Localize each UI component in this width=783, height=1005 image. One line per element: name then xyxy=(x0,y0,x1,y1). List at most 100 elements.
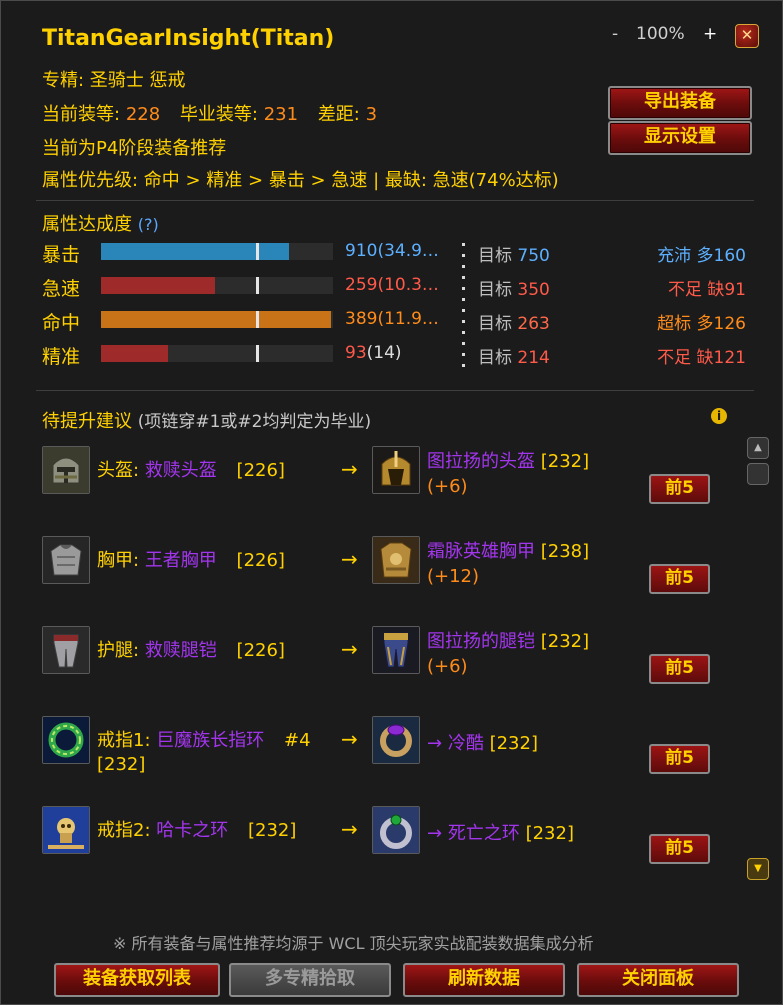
stat-value: 910(34.9… xyxy=(345,241,439,261)
dot-separator xyxy=(462,331,465,334)
stat-target-marker xyxy=(256,311,260,328)
legs-armor-icon[interactable] xyxy=(42,626,90,674)
close-icon[interactable]: ✕ xyxy=(735,24,759,48)
dot-separator xyxy=(462,243,465,246)
stat-progress-fill xyxy=(101,277,215,294)
current-item-ilvl: [232] xyxy=(97,754,146,775)
top5-button[interactable]: 前5 xyxy=(649,564,710,594)
ring-green-gem-icon[interactable] xyxy=(372,806,420,854)
scroll-thumb[interactable] xyxy=(747,463,769,485)
ilvl-line: 当前装等: 228 毕业装等: 231 差距: 3 xyxy=(42,100,377,126)
stat-progress-fill xyxy=(101,243,289,260)
ilvl-gain: (+6) xyxy=(427,656,468,677)
gap-label: 差距: xyxy=(317,104,360,125)
multi-spec-loot-button[interactable]: 多专精拾取 xyxy=(229,963,391,997)
phase-text: 当前为P4阶段装备推荐 xyxy=(42,138,227,159)
dot-separator xyxy=(462,342,465,345)
export-gear-button[interactable]: 导出装备 xyxy=(608,86,752,120)
dot-separator xyxy=(462,364,465,367)
current-item[interactable]: 头盔: 救赎头盔 [226] xyxy=(97,459,285,483)
top5-button[interactable]: 前5 xyxy=(649,834,710,864)
stat-progress-fill xyxy=(101,311,331,328)
dot-separator xyxy=(462,254,465,257)
stat-priority-text: 属性优先级: 命中 > 精准 > 暴击 > 急速 | 最缺: 急速(74%达标) xyxy=(42,170,559,191)
stat-target: 目标 350 xyxy=(478,280,550,300)
suggestions-title: 待提升建议 (项链穿#1或#2均判定为毕业) xyxy=(42,411,372,432)
top5-button[interactable]: 前5 xyxy=(649,744,710,774)
scroll-down-button[interactable]: ▼ xyxy=(747,858,769,880)
recommended-item[interactable]: 图拉扬的腿铠 [232] xyxy=(427,630,589,654)
ring-skull-icon[interactable] xyxy=(42,806,90,854)
help-icon[interactable]: (?) xyxy=(138,215,159,234)
dot-separator xyxy=(462,298,465,301)
arrow-icon: → xyxy=(341,817,358,841)
dot-separator xyxy=(462,276,465,279)
stat-progress-bar xyxy=(101,311,333,328)
top5-button[interactable]: 前5 xyxy=(649,474,710,504)
arrow-icon: → xyxy=(341,547,358,571)
stat-progress-fill xyxy=(101,345,169,362)
stat-target-marker xyxy=(256,277,260,294)
dot-separator xyxy=(462,309,465,312)
stat-target: 目标 214 xyxy=(478,348,550,368)
recommended-item[interactable]: → 冷酷 [232] xyxy=(427,732,538,756)
gap-value: 3 xyxy=(365,104,378,125)
helmet-gold-icon[interactable] xyxy=(372,446,420,494)
arrow-icon: → xyxy=(341,457,358,481)
stat-status-note: 超标 多126 xyxy=(657,314,746,334)
refresh-data-button[interactable]: 刷新数据 xyxy=(403,963,565,997)
footer-note: ※ 所有装备与属性推荐均源于 WCL 顶尖玩家实战配装数据集成分析 xyxy=(113,934,594,953)
stat-name: 暴击 xyxy=(42,244,81,266)
zoom-out-button[interactable]: - xyxy=(612,24,618,44)
stat-name: 急速 xyxy=(42,278,81,300)
stat-name: 精准 xyxy=(42,346,81,368)
current-item[interactable]: 胸甲: 王者胸甲 [226] xyxy=(97,549,285,573)
display-settings-button[interactable]: 显示设置 xyxy=(608,121,752,155)
gear-source-list-button[interactable]: 装备获取列表 xyxy=(54,963,220,997)
info-icon[interactable]: i xyxy=(711,408,727,424)
recommended-item[interactable]: 霜脉英雄胸甲 [238] xyxy=(427,540,589,564)
top5-button[interactable]: 前5 xyxy=(649,654,710,684)
current-ilvl-value: 228 xyxy=(125,104,161,125)
scroll-up-button[interactable]: ▲ xyxy=(747,437,769,459)
stat-status-note: 充沛 多160 xyxy=(657,246,746,266)
stat-target-marker xyxy=(256,345,260,362)
ring-green-icon[interactable] xyxy=(42,716,90,764)
legs-blue-icon[interactable] xyxy=(372,626,420,674)
divider xyxy=(36,390,754,391)
zoom-level: 100% xyxy=(636,24,685,44)
dot-separator xyxy=(462,353,465,356)
ilvl-gain: (+6) xyxy=(427,476,468,497)
current-item[interactable]: 戒指1: 巨魔族长指环 #4 xyxy=(97,729,311,753)
divider xyxy=(36,200,754,201)
recommended-item[interactable]: → 死亡之环 [232] xyxy=(427,822,574,846)
close-panel-button[interactable]: 关闭面板 xyxy=(577,963,739,997)
dot-separator xyxy=(462,265,465,268)
ring-purple-icon[interactable] xyxy=(372,716,420,764)
stat-progress-bar xyxy=(101,243,333,260)
stat-value: 259(10.3… xyxy=(345,275,439,295)
dot-separator xyxy=(462,320,465,323)
stat-status-note: 不足 缺91 xyxy=(667,280,746,300)
current-item[interactable]: 戒指2: 哈卡之环 [232] xyxy=(97,819,296,843)
stat-target-marker xyxy=(256,243,260,260)
stat-status-note: 不足 缺121 xyxy=(657,348,746,368)
arrow-icon: → xyxy=(341,637,358,661)
stat-name: 命中 xyxy=(42,312,81,334)
stat-value: 93(14) xyxy=(345,343,402,363)
recommended-item[interactable]: 图拉扬的头盔 [232] xyxy=(427,450,589,474)
stat-target: 目标 750 xyxy=(478,246,550,266)
bis-ilvl-value: 231 xyxy=(263,104,299,125)
chest-gold-icon[interactable] xyxy=(372,536,420,584)
stat-progress-bar xyxy=(101,277,333,294)
chest-armor-icon[interactable] xyxy=(42,536,90,584)
current-item[interactable]: 护腿: 救赎腿铠 [226] xyxy=(97,639,285,663)
helmet-icon[interactable] xyxy=(42,446,90,494)
stat-progress-bar xyxy=(101,345,333,362)
zoom-in-button[interactable]: + xyxy=(703,24,717,44)
dot-separator xyxy=(462,287,465,290)
arrow-icon: → xyxy=(341,727,358,751)
stat-target: 目标 263 xyxy=(478,314,550,334)
window-title: TitanGearInsight(Titan) xyxy=(42,26,335,51)
stats-section-title: 属性达成度 (?) xyxy=(42,214,159,235)
